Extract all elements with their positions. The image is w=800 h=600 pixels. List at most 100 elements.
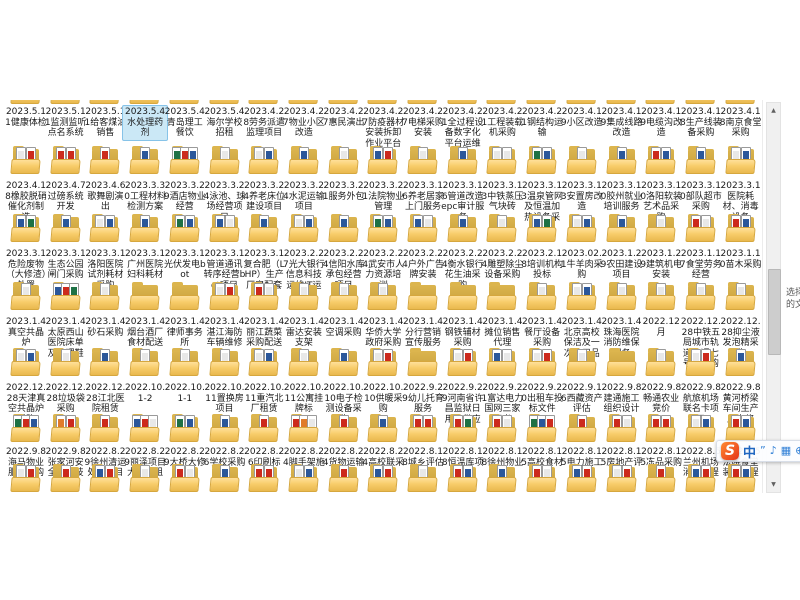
folder-icon: [607, 214, 637, 242]
folder-label: 2022.12.28江北医院租赁: [83, 382, 127, 416]
toolbox-icon[interactable]: ⊕: [795, 441, 800, 461]
folder-label: 2023.1.4烟台酒厂食材配送: [123, 316, 167, 350]
folder-label: 2023.3.1生态公园闸门采购: [44, 248, 88, 282]
folder-label: 2023.4.19电缆沟改造: [639, 106, 683, 140]
folder-icon: [170, 100, 200, 104]
folder-label: 2022.9.8畅通农业竞价: [639, 382, 683, 416]
punctuation-icon[interactable]: ”: [760, 441, 766, 461]
folder-label: 2023.4.19集成线路改造: [600, 106, 644, 140]
folder-icon: [51, 464, 81, 492]
folder-label: 2023.1.4摊位销售代理: [480, 316, 524, 350]
folder-icon: [527, 146, 557, 174]
folder-icon: [646, 464, 676, 492]
folder-label: 2023.1.29农田建设项目: [600, 248, 644, 282]
folder-label: 2023.02.1牛羊肉采购: [560, 248, 604, 282]
scrollbar-thumb[interactable]: [768, 269, 781, 355]
folder-icon: [249, 282, 279, 310]
folder-icon: [448, 464, 478, 492]
folder-icon: [289, 100, 319, 104]
folder-label: 2023.1.4砂石采购: [83, 316, 127, 339]
folder-label: 2023.1.4餐厅设备采购: [520, 316, 564, 350]
folder-icon: [487, 282, 517, 310]
folder-icon: [726, 464, 756, 492]
folder-icon: [329, 214, 359, 242]
folder-icon: [329, 348, 359, 376]
folder-icon: [11, 348, 41, 376]
folder-icon: [567, 100, 597, 104]
folder-icon: [607, 146, 637, 174]
vertical-scrollbar[interactable]: ▲ ▼: [766, 102, 781, 493]
folder-label: 2023.1.4空调采购: [322, 316, 366, 339]
folder-label: 2023.5.11健康体检: [4, 106, 48, 129]
folder-icon: [11, 146, 41, 174]
folder-icon: [249, 214, 279, 242]
folder-icon: [646, 282, 676, 310]
folder-icon: [130, 214, 160, 242]
folder-label: 2023.1.4分行营销宣传服务: [401, 316, 445, 350]
folder-icon: [686, 414, 716, 442]
folder-icon: [368, 348, 398, 376]
folder-label: 2023.3.16养老居家上门服务: [401, 180, 445, 214]
folder-icon: [686, 214, 716, 242]
folder-icon: [408, 100, 438, 104]
folder-label: 2023.2.18培训机构投标: [520, 248, 564, 282]
folder-label: 2023.1.17食堂劳务经营: [679, 248, 723, 282]
folder-label: 2023.3.1光伏发电bot: [163, 248, 207, 282]
folder-icon: [11, 282, 41, 310]
folder-label: 2023.5.4海尔学校招租: [203, 106, 247, 140]
folder-icon: [408, 414, 438, 442]
folder-icon: [567, 282, 597, 310]
folder-icon: [487, 214, 517, 242]
folder-label: 2023.4.21工程装载机采购: [480, 106, 524, 140]
ime-language-mode[interactable]: 中: [743, 442, 756, 461]
folder-icon: [527, 214, 557, 242]
folder-icon: [329, 146, 359, 174]
scroll-up-button[interactable]: ▲: [767, 103, 780, 118]
folder-icon: [726, 348, 756, 376]
folder-label: 2022.12月: [639, 316, 683, 339]
folder-icon: [567, 348, 597, 376]
folder-label: 2022.9.8建通施工组织设计: [600, 382, 644, 416]
folder-label: 2022.10.1-2: [123, 382, 167, 405]
folder-icon: [210, 282, 240, 310]
folder-label: 2023.1.4律师事务所: [163, 316, 207, 350]
folder-icon: [289, 214, 319, 242]
folder-icon: [51, 146, 81, 174]
folder-icon: [607, 464, 637, 492]
folder-icon: [130, 282, 160, 310]
folder-icon: [249, 464, 279, 492]
folder-icon: [90, 464, 120, 492]
folder-icon: [368, 282, 398, 310]
scroll-down-button[interactable]: ▼: [767, 477, 780, 492]
folder-icon: [289, 348, 319, 376]
folder-icon: [249, 100, 279, 104]
folder-icon: [686, 464, 716, 492]
folder-icon: [249, 348, 279, 376]
folder-icon: [448, 282, 478, 310]
folder-label: 2022.12.28垃圾袋采购: [44, 382, 88, 416]
folder-icon: [487, 414, 517, 442]
folder-label: 2023.3.1广州医院妇科耗材: [123, 248, 167, 282]
folder-icon: [567, 414, 597, 442]
folder-label: 2022.9.20出租车投标文件: [520, 382, 564, 416]
ime-toolbar[interactable]: S 中 ”♪▦⊕: [716, 440, 800, 462]
folder-icon: [607, 348, 637, 376]
folder-label: 2022.10.11置换房项目: [203, 382, 247, 416]
folder-icon: [11, 214, 41, 242]
folder-label: 2023.3.21服务外包: [322, 180, 366, 203]
folder-icon: [567, 464, 597, 492]
folder-icon: [408, 348, 438, 376]
folder-icon: [408, 464, 438, 492]
folder-label: 2023.4.21全过程设备数字化平台运维: [441, 106, 485, 150]
voice-icon[interactable]: ♪: [770, 441, 777, 461]
folder-label: 2023.1.4华侨大学政府采购: [361, 316, 405, 350]
file-grid: 2023.5.11健康体检2023.5.11监测监听点名系统2023.5.11给…: [0, 100, 762, 493]
folder-label: 2023.3.24养老床位建设项目: [242, 180, 286, 214]
folder-label: 2023.3.30工程材料检测方案: [123, 180, 167, 214]
folder-label: 2023.2.24户外广告牌安装: [401, 248, 445, 282]
folder-label: 2023.1.4钢铁辅材采购: [441, 316, 485, 350]
keyboard-icon[interactable]: ▦: [781, 441, 791, 461]
sogou-logo-icon[interactable]: S: [721, 442, 739, 460]
folder-label: 2023.1.10苗木采购: [719, 248, 762, 271]
folder-icon: [368, 214, 398, 242]
